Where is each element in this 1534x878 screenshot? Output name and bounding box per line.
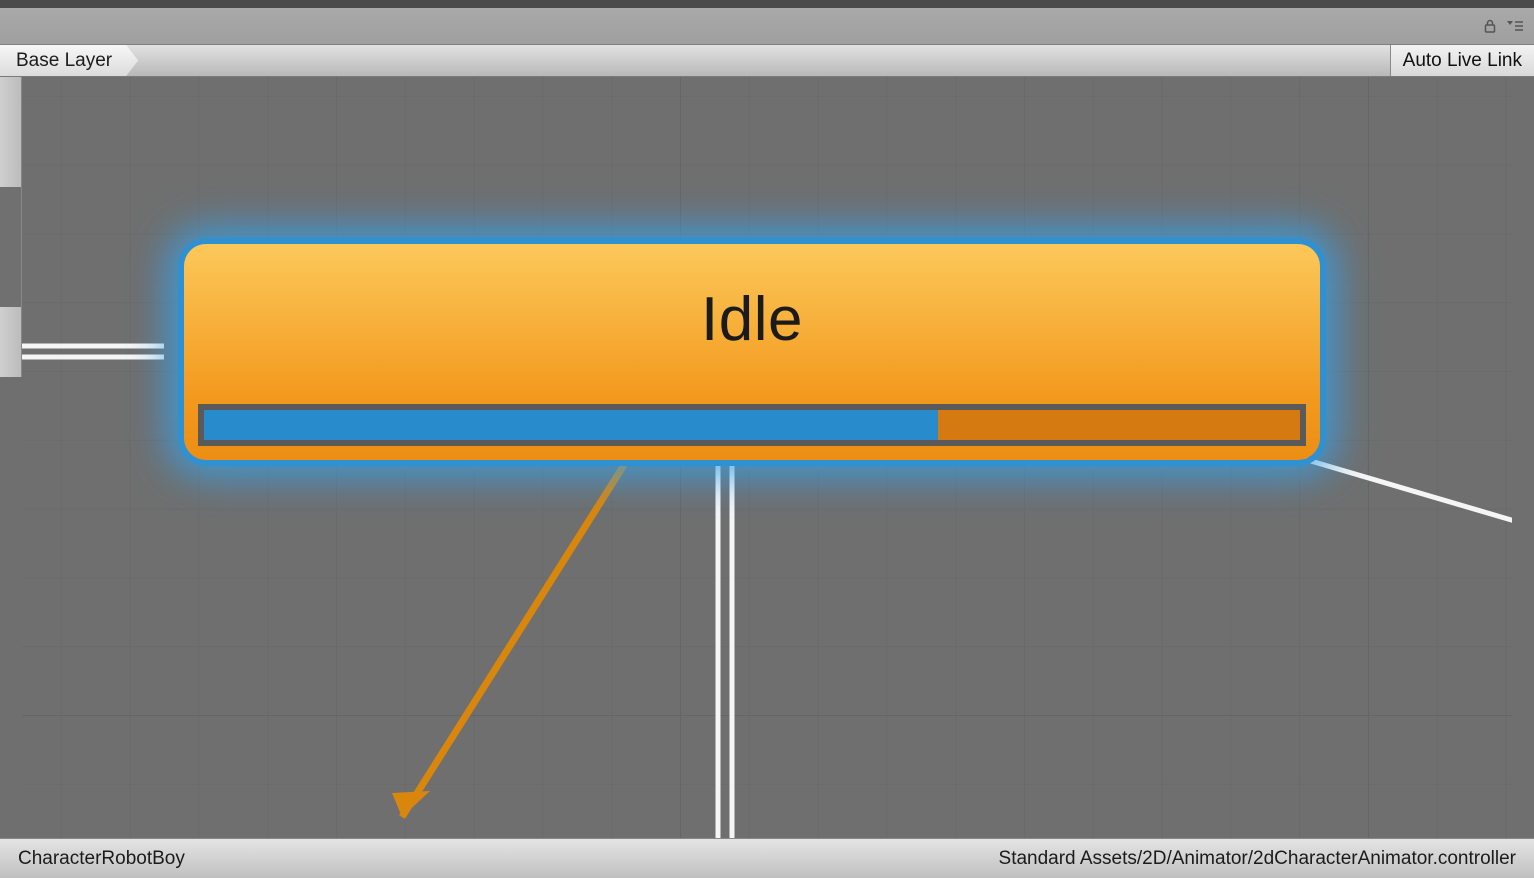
layers-panel-edge[interactable] xyxy=(0,77,22,377)
breadcrumb-layer[interactable]: Base Layer xyxy=(0,45,138,76)
top-toolbar xyxy=(0,8,1534,45)
state-node-idle[interactable]: Idle xyxy=(184,244,1320,460)
graph-grid[interactable]: Idle xyxy=(22,77,1512,838)
window-top-border xyxy=(0,0,1534,8)
status-controller-path: Standard Assets/2D/Animator/2dCharacterA… xyxy=(999,848,1516,870)
options-icon[interactable] xyxy=(1504,18,1524,39)
auto-live-link-label: Auto Live Link xyxy=(1403,50,1522,72)
breadcrumb-layer-label: Base Layer xyxy=(16,50,112,72)
state-progress-fill xyxy=(204,410,938,440)
state-node-label: Idle xyxy=(184,244,1320,355)
state-progress-track xyxy=(198,404,1306,446)
graph-right-edge xyxy=(1512,154,1534,798)
lock-icon[interactable] xyxy=(1482,18,1498,39)
auto-live-link-button[interactable]: Auto Live Link xyxy=(1390,45,1534,76)
animator-graph-canvas[interactable]: Idle xyxy=(0,77,1534,838)
status-object-name: CharacterRobotBoy xyxy=(18,848,185,870)
breadcrumb-bar: Base Layer Auto Live Link xyxy=(0,45,1534,77)
status-bar: CharacterRobotBoy Standard Assets/2D/Ani… xyxy=(0,838,1534,878)
